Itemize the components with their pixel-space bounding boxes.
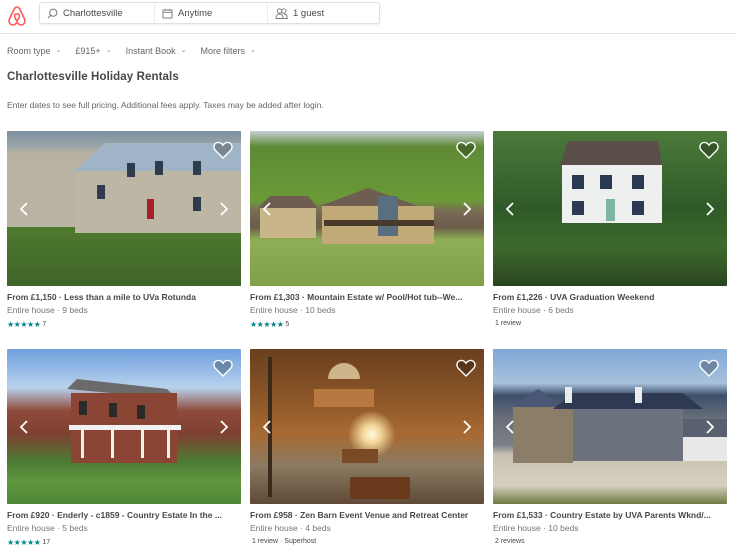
- review-count: 2 reviews: [495, 538, 525, 545]
- airbnb-logo-icon[interactable]: [7, 5, 27, 27]
- search-bar: Charlottesville Anytime 1 guest: [39, 2, 380, 24]
- chevron-down-icon: ⌄: [105, 47, 112, 54]
- filter-price[interactable]: £915+ ⌄: [75, 46, 111, 56]
- listing-subtitle: Entire house · 6 beds: [493, 305, 574, 315]
- review-count: 17: [42, 539, 51, 546]
- listing-subtitle: Entire house · 5 beds: [7, 523, 88, 533]
- filter-room-type[interactable]: Room type ⌄: [7, 46, 61, 56]
- chevron-right-icon[interactable]: [217, 419, 231, 435]
- location-field[interactable]: Charlottesville: [40, 3, 154, 23]
- house-illustration: [513, 387, 727, 463]
- chevron-right-icon[interactable]: [703, 419, 717, 435]
- chevron-left-icon[interactable]: [260, 419, 274, 435]
- chevron-right-icon[interactable]: [703, 201, 717, 217]
- barn-interior-illustration: [268, 357, 410, 499]
- chevron-down-icon: ⌄: [250, 47, 256, 54]
- dates-field[interactable]: Anytime: [154, 3, 267, 23]
- header: Charlottesville Anytime 1 guest: [0, 0, 736, 34]
- listing-photo[interactable]: [493, 349, 727, 504]
- listing-rating: ★★★★★ 5: [250, 320, 484, 329]
- chevron-left-icon[interactable]: [260, 201, 274, 217]
- listing-rating: 2 reviews: [493, 538, 727, 545]
- page-title: Charlottesville Holiday Rentals: [7, 71, 179, 83]
- house-illustration: [560, 141, 662, 223]
- listing-card[interactable]: From £1,303 · Mountain Estate w/ Pool/Ho…: [250, 131, 484, 329]
- chevron-right-icon[interactable]: [460, 419, 474, 435]
- filter-instant-book[interactable]: Instant Book ⌄: [126, 46, 187, 56]
- listing-subtitle: Entire house · 10 beds: [250, 305, 336, 315]
- listing-card[interactable]: From £1,226 · UVA Graduation Weekend Ent…: [493, 131, 727, 327]
- filter-label: Room type: [7, 46, 51, 56]
- review-count: 1 review: [495, 320, 522, 327]
- listing-card[interactable]: From £1,150 · Less than a mile to UVa Ro…: [7, 131, 241, 329]
- dates-value: Anytime: [178, 7, 213, 19]
- guests-icon: [275, 7, 288, 19]
- listing-subtitle: Entire house · 10 beds: [493, 523, 579, 533]
- heart-icon[interactable]: [213, 141, 233, 159]
- listing-card[interactable]: From £920 · Enderly - c1859 - Country Es…: [7, 349, 241, 547]
- star-rating-icon: ★★★★★: [250, 320, 284, 329]
- listing-rating: ★★★★★ 7: [7, 320, 241, 329]
- listing-rating: ★★★★★ 17: [7, 538, 241, 547]
- chevron-left-icon[interactable]: [503, 419, 517, 435]
- listing-rating: 1 review: [493, 320, 727, 327]
- listing-card[interactable]: From £1,533 · Country Estate by UVA Pare…: [493, 349, 727, 545]
- house-illustration: [258, 188, 434, 244]
- review-count: 5: [285, 321, 290, 328]
- filter-label: More filters: [200, 46, 245, 56]
- listing-photo[interactable]: [250, 131, 484, 286]
- listing-title[interactable]: From £1,150 · Less than a mile to UVa Ro…: [7, 292, 241, 302]
- listing-subtitle: Entire house · 9 beds: [7, 305, 88, 315]
- chevron-left-icon[interactable]: [503, 201, 517, 217]
- search-icon: [47, 8, 58, 18]
- star-rating-icon: ★★★★★: [7, 538, 41, 547]
- listing-photo[interactable]: [7, 349, 241, 504]
- star-rating-icon: ★★★★★: [7, 320, 41, 329]
- heart-icon[interactable]: [699, 359, 719, 377]
- guests-field[interactable]: 1 guest: [267, 3, 379, 23]
- location-value: Charlottesville: [63, 7, 123, 19]
- heart-icon[interactable]: [456, 359, 476, 377]
- filter-more[interactable]: More filters ⌄: [200, 46, 255, 56]
- house-illustration: [67, 379, 181, 463]
- listing-card[interactable]: From £958 · Zen Barn Event Venue and Ret…: [250, 349, 484, 545]
- filter-bar: Room type ⌄ £915+ ⌄ Instant Book ⌄ More …: [7, 46, 270, 56]
- calendar-icon: [162, 8, 173, 18]
- listing-title[interactable]: From £958 · Zen Barn Event Venue and Ret…: [250, 510, 484, 520]
- chevron-left-icon[interactable]: [17, 201, 31, 217]
- heart-icon[interactable]: [456, 141, 476, 159]
- listing-photo[interactable]: [493, 131, 727, 286]
- chevron-right-icon[interactable]: [460, 201, 474, 217]
- listing-title[interactable]: From £1,226 · UVA Graduation Weekend: [493, 292, 727, 302]
- chevron-left-icon[interactable]: [17, 419, 31, 435]
- guests-value: 1 guest: [293, 7, 325, 19]
- chevron-right-icon[interactable]: [217, 201, 231, 217]
- chevron-down-icon: ⌄: [180, 47, 187, 54]
- filter-label: Instant Book: [125, 46, 176, 56]
- listing-photo[interactable]: [250, 349, 484, 504]
- listing-title[interactable]: From £1,303 · Mountain Estate w/ Pool/Ho…: [250, 292, 484, 302]
- listing-title[interactable]: From £1,533 · Country Estate by UVA Pare…: [493, 510, 727, 520]
- listing-subtitle: Entire house · 4 beds: [250, 523, 331, 533]
- listing-rating: 1 review · Superhost: [250, 538, 484, 545]
- listing-photo[interactable]: [7, 131, 241, 286]
- listing-title[interactable]: From £920 · Enderly - c1859 - Country Es…: [7, 510, 241, 520]
- chevron-down-icon: ⌄: [55, 47, 62, 54]
- review-count: 7: [42, 321, 47, 328]
- heart-icon[interactable]: [213, 359, 233, 377]
- review-count: 1 review · Superhost: [252, 538, 317, 545]
- heart-icon[interactable]: [699, 141, 719, 159]
- pricing-note: Enter dates to see full pricing. Additio…: [7, 100, 324, 110]
- filter-label: £915+: [75, 46, 101, 56]
